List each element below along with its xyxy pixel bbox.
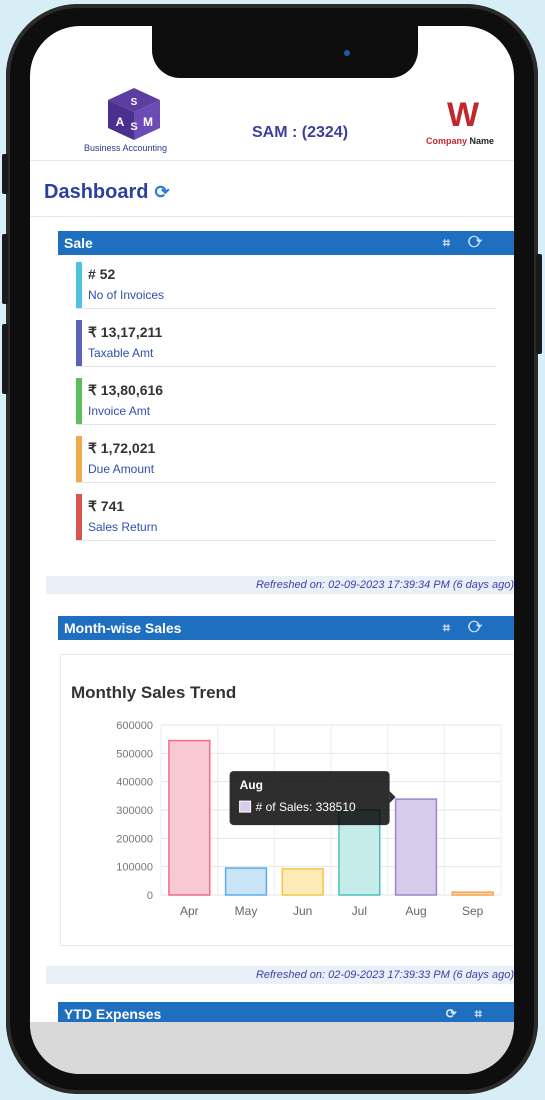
stat-taxable-amt: ₹ 13,17,211 Taxable Amt [76, 316, 496, 367]
sale-refreshed-text: Refreshed on: 02-09-2023 17:39:34 PM (6 … [46, 576, 514, 594]
phone-notch [152, 26, 418, 78]
stat-invoice-amt: ₹ 13,80,616 Invoice Amt [76, 374, 496, 425]
x-tick-label: Apr [180, 904, 199, 918]
bottom-bar [30, 1022, 514, 1074]
tooltip-arrow [389, 791, 396, 804]
stat-color-bar [76, 436, 82, 482]
y-tick-label: 400000 [116, 777, 153, 789]
y-tick-label: 100000 [116, 862, 153, 874]
bar-may[interactable] [224, 867, 268, 896]
company-logo-icon: W [447, 96, 480, 132]
svg-text:S: S [131, 97, 138, 108]
stat-label: Invoice Amt [88, 404, 151, 418]
sasm-logo: S A S M [108, 88, 160, 140]
stat-value: ₹ 1,72,021 [88, 440, 156, 456]
phone-screen: S A S M Business Accounting SAM : (2324)… [30, 26, 514, 1074]
stat-label: Taxable Amt [88, 346, 154, 360]
monthly-sales-chart-card: Monthly Sales Trend 600000 500000 400000 30… [60, 654, 514, 946]
y-tick-label: 300000 [116, 805, 153, 817]
phone-frame: S A S M Business Accounting SAM : (2324)… [2, 4, 542, 1094]
stat-color-bar [76, 378, 82, 424]
x-tick-label: Jun [293, 904, 312, 918]
crop-icon[interactable]: ⌗ [475, 1006, 500, 1021]
refresh-icon[interactable]: ⟳ [468, 620, 500, 635]
monthly-sales-chart: 600000 500000 400000 300000 200000 100000 0 Apr… [116, 720, 502, 918]
svg-text:S: S [130, 121, 137, 133]
month-panel-header: Month-wise Sales ⌗⟳ [58, 616, 514, 640]
power-button [536, 254, 542, 354]
y-tick-label: 500000 [116, 748, 153, 760]
camera-dot [344, 50, 350, 56]
svg-text:A: A [116, 115, 125, 129]
mute-switch [2, 154, 8, 194]
crop-icon[interactable]: ⌗ [443, 620, 468, 635]
stat-label: Due Amount [88, 462, 155, 476]
month-panel-title: Month-wise Sales [64, 620, 182, 636]
svg-text:W: W [447, 96, 480, 132]
header-divider [30, 160, 514, 161]
page-title: SAM : (2324) [252, 124, 349, 141]
logo-subtitle: Business Accounting [84, 143, 168, 153]
y-tick-label: 600000 [116, 720, 153, 732]
refresh-icon[interactable]: ⟳ [468, 235, 500, 250]
dashboard-divider [30, 216, 514, 217]
ytd-panel-title: YTD Expenses [64, 1006, 162, 1022]
stat-value: # 52 [88, 266, 116, 282]
crop-icon[interactable]: ⌗ [443, 235, 468, 250]
refresh-icon[interactable]: ⟳ [154, 182, 169, 202]
stat-sales-return: ₹ 741 Sales Return [76, 490, 496, 541]
x-tick-label: Sep [462, 904, 484, 918]
tooltip-label: # of Sales: 338510 [256, 800, 356, 814]
x-tick-label: May [235, 904, 258, 918]
month-refreshed-text: Refreshed on: 02-09-2023 17:39:33 PM (6 … [46, 966, 514, 984]
stat-color-bar [76, 262, 82, 308]
stat-value: ₹ 13,17,211 [88, 324, 163, 340]
stat-label: Sales Return [88, 520, 158, 534]
sale-panel-title: Sale [64, 235, 93, 251]
bar-sep[interactable] [451, 891, 494, 896]
dashboard-heading: Dashboard ⟳ [44, 181, 170, 203]
stat-value: ₹ 13,80,616 [88, 382, 164, 398]
stat-color-bar [76, 494, 82, 540]
stat-due-amount: ₹ 1,72,021 Due Amount [76, 432, 496, 483]
tooltip-swatch [239, 800, 252, 813]
x-tick-label: Jul [352, 904, 367, 918]
refresh-icon[interactable]: ⟳ [446, 1006, 475, 1021]
stat-color-bar [76, 320, 82, 366]
bar-apr[interactable] [168, 739, 211, 896]
bar-aug[interactable] [394, 798, 438, 896]
x-tick-label: Aug [405, 904, 426, 918]
sale-panel-header: Sale ⌗⟳ [58, 231, 514, 255]
bar-jun[interactable] [281, 868, 324, 896]
stat-invoices: # 52 No of Invoices [76, 258, 496, 309]
stat-label: No of Invoices [88, 288, 165, 302]
svg-text:M: M [143, 115, 153, 129]
tooltip-title: Aug [240, 778, 263, 792]
volume-up-button [2, 234, 8, 304]
y-tick-label: 0 [147, 890, 153, 902]
y-tick-label: 200000 [116, 833, 153, 845]
company-name: Company Name [426, 136, 495, 146]
volume-down-button [2, 324, 8, 394]
stat-value: ₹ 741 [88, 498, 125, 514]
